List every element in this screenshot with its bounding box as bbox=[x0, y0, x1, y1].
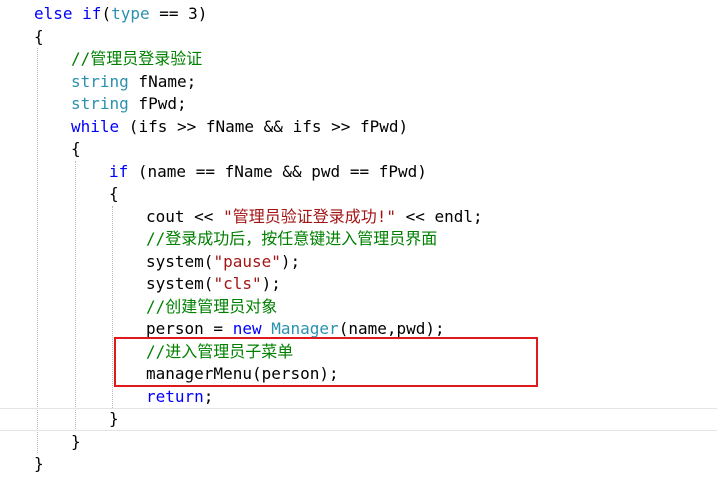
indent-guide-line bbox=[112, 205, 113, 408]
code-line[interactable]: if (name == fName && pwd == fPwd) bbox=[109, 161, 427, 183]
code-token: "cls" bbox=[213, 274, 262, 293]
code-line[interactable]: //管理员登录验证 bbox=[71, 48, 202, 70]
code-line[interactable]: return; bbox=[146, 386, 213, 408]
code-line[interactable]: while (ifs >> fName && ifs >> fPwd) bbox=[71, 116, 408, 138]
code-line[interactable]: system("cls"); bbox=[146, 273, 281, 295]
current-line-indicator bbox=[0, 430, 717, 431]
code-token: if bbox=[82, 4, 102, 23]
code-token: system( bbox=[146, 251, 214, 271]
code-line[interactable]: else if(type == 3) bbox=[34, 3, 207, 25]
code-token: ); bbox=[280, 251, 301, 271]
code-line[interactable]: string fPwd; bbox=[71, 93, 187, 115]
code-token: "管理员验证登录成功!" bbox=[223, 206, 396, 226]
code-line[interactable]: string fName; bbox=[71, 71, 196, 93]
code-token: (ifs >> fName && ifs >> fPwd) bbox=[119, 116, 409, 136]
code-editor[interactable]: else if(type == 3){//管理员登录验证 string fName… bbox=[0, 0, 717, 493]
code-token: //管理员登录验证 bbox=[71, 49, 203, 68]
code-token: system( bbox=[146, 274, 214, 293]
code-token: (name == fName && pwd == fPwd) bbox=[128, 161, 427, 181]
code-line[interactable]: cout << "管理员验证登录成功!" << endl; bbox=[146, 206, 483, 228]
code-token: { bbox=[34, 26, 44, 46]
code-line[interactable]: system("pause"); bbox=[146, 251, 300, 273]
code-line[interactable]: { bbox=[71, 138, 81, 160]
code-token: ); bbox=[261, 274, 281, 293]
code-token: new bbox=[232, 319, 262, 338]
code-token: } bbox=[109, 409, 119, 428]
code-token: person = bbox=[146, 319, 233, 338]
code-token: fName; bbox=[128, 71, 197, 91]
code-token: << endl; bbox=[395, 206, 483, 226]
indent-guide-line bbox=[37, 48, 38, 453]
code-token: type bbox=[111, 4, 150, 23]
code-token: fPwd; bbox=[128, 94, 187, 113]
code-token: ; bbox=[203, 386, 214, 406]
code-token: ( bbox=[101, 4, 112, 23]
indent-guide-line bbox=[75, 160, 76, 431]
code-token: { bbox=[109, 184, 119, 203]
code-line[interactable]: //创建管理员对象 bbox=[146, 296, 277, 318]
code-line[interactable]: } bbox=[109, 408, 119, 430]
current-line-indicator bbox=[0, 408, 717, 409]
code-token: //登录成功后，按任意键进入管理员界面 bbox=[146, 229, 438, 248]
code-token: string bbox=[71, 94, 129, 113]
code-line[interactable]: } bbox=[34, 453, 44, 475]
code-token: else bbox=[34, 4, 73, 23]
code-token: } bbox=[34, 454, 44, 473]
code-token: Manager bbox=[271, 319, 339, 338]
code-token: == 3) bbox=[149, 4, 208, 23]
code-token: "pause" bbox=[213, 251, 281, 271]
highlight-annotation-box bbox=[114, 337, 538, 387]
code-line[interactable]: { bbox=[34, 26, 44, 48]
code-token: string bbox=[71, 71, 129, 91]
code-token: return bbox=[146, 386, 204, 406]
code-token: { bbox=[71, 139, 81, 158]
code-token: (name,pwd); bbox=[338, 319, 445, 338]
code-token: if bbox=[109, 161, 129, 181]
code-line[interactable]: { bbox=[109, 183, 119, 205]
code-token: while bbox=[71, 116, 120, 136]
code-token: cout << bbox=[146, 206, 224, 226]
code-line[interactable]: //登录成功后，按任意键进入管理员界面 bbox=[146, 228, 437, 250]
code-line[interactable]: } bbox=[71, 431, 81, 453]
code-token: } bbox=[71, 431, 81, 451]
code-token: //创建管理员对象 bbox=[146, 296, 278, 316]
